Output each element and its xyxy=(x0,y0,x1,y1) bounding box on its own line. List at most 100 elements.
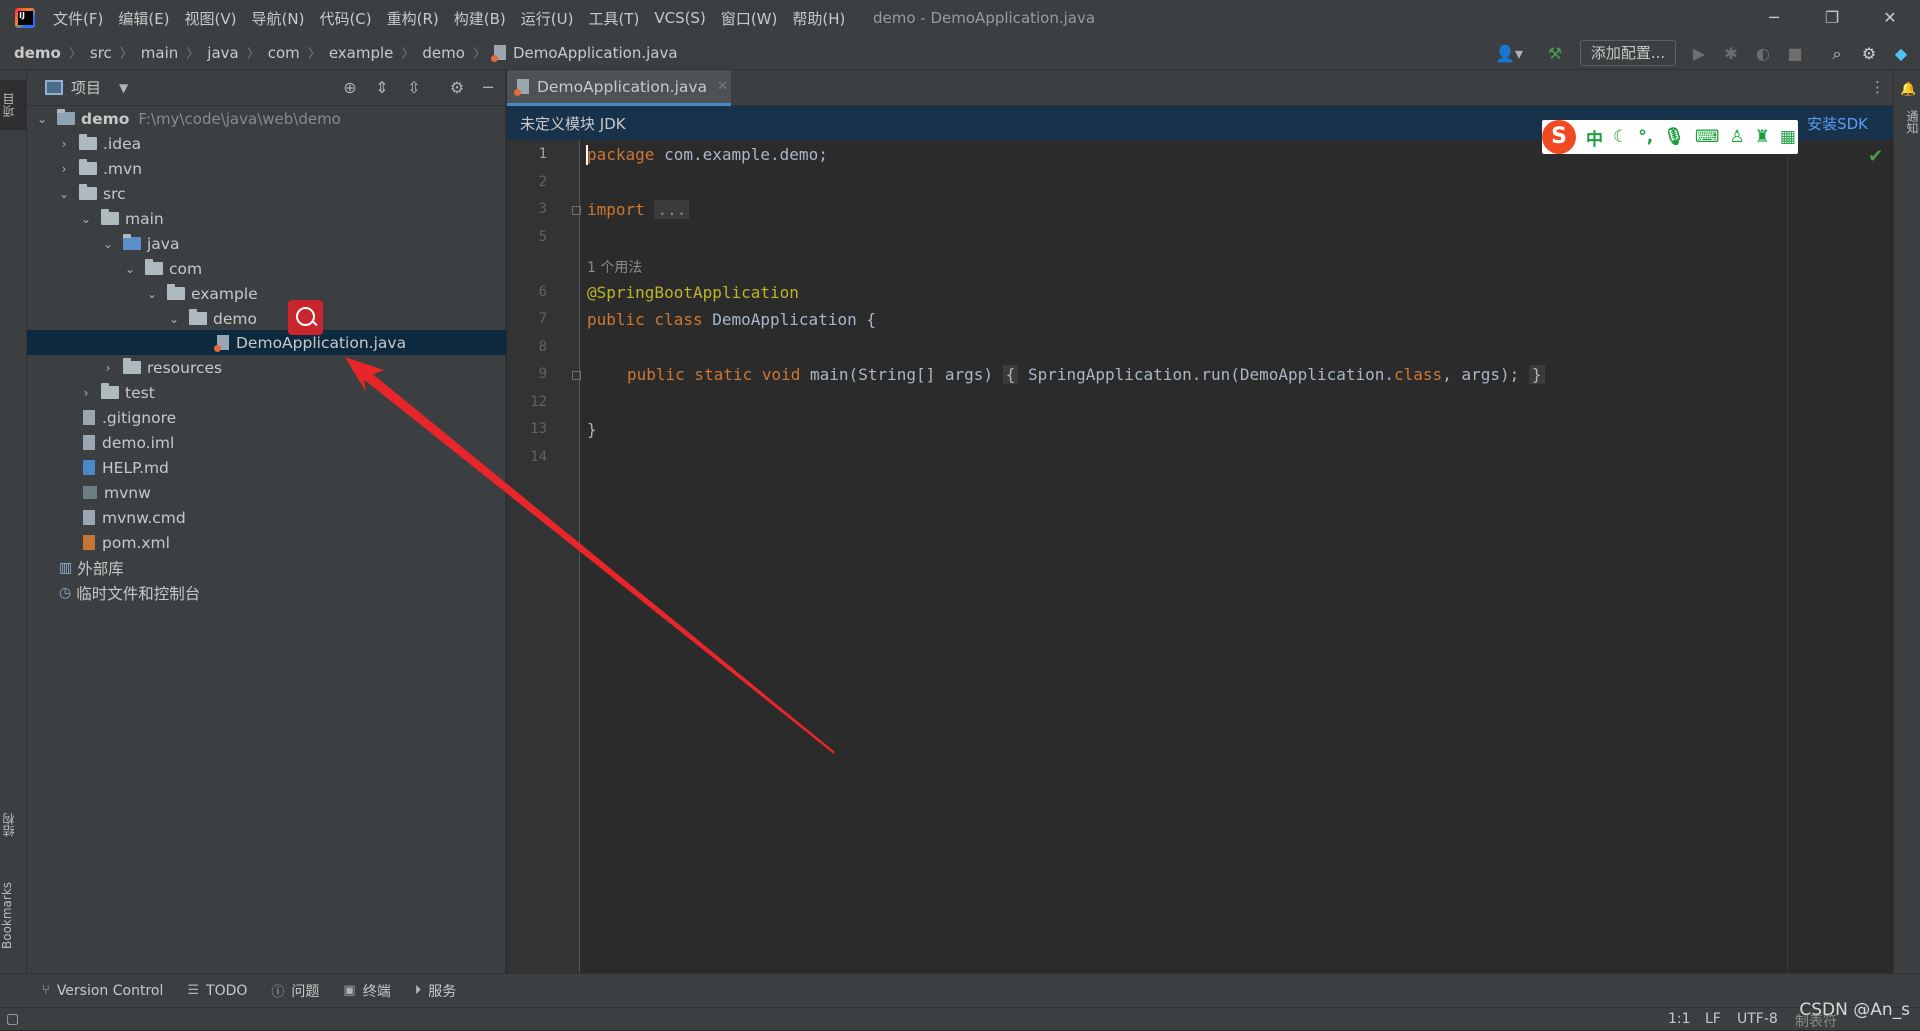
tree-item-external-libraries[interactable]: ▥ 外部库 xyxy=(27,555,506,580)
menu-vcs[interactable]: VCS(S) xyxy=(654,9,705,27)
tree-item-gitignore[interactable]: .gitignore xyxy=(27,405,506,430)
structure-tool-tab[interactable]: 结构 xyxy=(0,800,27,850)
version-control-tab[interactable]: ⑂ Version Control xyxy=(42,983,163,999)
chevron-right-icon[interactable]: › xyxy=(57,137,71,151)
ime-mode-label[interactable]: 中 xyxy=(1586,125,1603,150)
debug-icon[interactable]: ✱ xyxy=(1720,43,1742,65)
crumb-src[interactable]: src xyxy=(90,44,112,62)
menu-help[interactable]: 帮助(H) xyxy=(792,8,845,29)
project-tool-tab[interactable]: 项目 xyxy=(0,80,27,130)
line-separator[interactable]: LF xyxy=(1705,1011,1721,1027)
problems-tab[interactable]: ⓘ 问题 xyxy=(271,981,319,1001)
chevron-down-icon[interactable]: ⌄ xyxy=(79,212,93,226)
chevron-right-icon[interactable]: › xyxy=(57,162,71,176)
settings-gear-icon[interactable]: ⚙ xyxy=(1858,43,1880,65)
close-window-icon[interactable]: ✕ xyxy=(1876,4,1904,32)
menu-code[interactable]: 代码(C) xyxy=(319,8,371,29)
minimize-icon[interactable]: ─ xyxy=(1760,4,1788,32)
stop-icon[interactable]: ■ xyxy=(1784,43,1806,65)
menu-tools[interactable]: 工具(T) xyxy=(588,8,639,29)
tree-item-idea[interactable]: › .idea xyxy=(27,131,506,156)
hide-panel-icon[interactable]: ─ xyxy=(478,78,498,98)
crumb-java[interactable]: java xyxy=(207,44,238,62)
fold-toggle-icon[interactable] xyxy=(572,206,581,215)
tree-item-pom-xml[interactable]: pom.xml xyxy=(27,530,506,555)
usage-hint[interactable]: 1 个用法 xyxy=(587,257,642,277)
tree-item-mvnw-cmd[interactable]: mvnw.cmd xyxy=(27,505,506,530)
more-options-icon[interactable]: ⋮ xyxy=(1870,78,1885,96)
crumb-com[interactable]: com xyxy=(268,44,300,62)
crumb-main[interactable]: main xyxy=(141,44,178,62)
menu-navigate[interactable]: 导航(N) xyxy=(252,8,305,29)
sogou-logo-icon[interactable]: S xyxy=(1542,120,1576,154)
editor-scrollbar[interactable] xyxy=(1788,140,1893,973)
collapse-all-icon[interactable]: ⇳ xyxy=(404,78,424,98)
crumb-demo[interactable]: demo xyxy=(14,44,61,62)
menu-refactor[interactable]: 重构(R) xyxy=(387,8,439,29)
build-hammer-icon[interactable]: ⚒ xyxy=(1544,43,1566,65)
bookmarks-tool-tab[interactable]: Bookmarks xyxy=(0,870,27,960)
folded-brace-close[interactable]: } xyxy=(1528,365,1545,384)
tree-item-resources[interactable]: › resources xyxy=(27,355,506,380)
tree-item-example[interactable]: ⌄ example xyxy=(27,281,506,306)
options-gear-icon[interactable]: ⚙ xyxy=(447,78,467,98)
tree-item-src[interactable]: ⌄ src xyxy=(27,181,506,206)
restore-icon[interactable]: ❐ xyxy=(1818,4,1846,32)
chevron-right-icon[interactable]: › xyxy=(79,386,93,400)
file-encoding[interactable]: UTF-8 xyxy=(1737,1011,1778,1027)
tree-item-demo-iml[interactable]: demo.iml xyxy=(27,430,506,455)
tree-item-help-md[interactable]: HELP.md xyxy=(27,455,506,480)
crumb-file[interactable]: DemoApplication.java xyxy=(513,44,678,62)
add-configuration-button[interactable]: 添加配置... xyxy=(1580,40,1676,66)
tree-item-demo-package[interactable]: ⌄ demo xyxy=(27,306,506,331)
project-panel-title[interactable]: 项目 xyxy=(71,77,101,98)
tree-item-main[interactable]: ⌄ main xyxy=(27,206,506,231)
moon-icon[interactable]: ☾ xyxy=(1613,127,1628,147)
chevron-right-icon[interactable]: › xyxy=(101,361,115,375)
tree-item-demoapplication-java[interactable]: DemoApplication.java xyxy=(27,330,506,355)
microphone-icon[interactable]: 🎙 xyxy=(1663,127,1685,147)
search-overlay-icon[interactable] xyxy=(288,300,323,335)
tree-root-demo[interactable]: ⌄ demo F:\my\code\java\web\demo xyxy=(27,106,506,131)
folded-imports[interactable]: ... xyxy=(654,200,690,219)
keyboard-icon[interactable]: ⌨ xyxy=(1695,127,1720,147)
folded-brace-open[interactable]: { xyxy=(1002,365,1019,384)
punctuation-icon[interactable]: °, xyxy=(1638,127,1653,147)
tree-item-mvn[interactable]: › .mvn xyxy=(27,156,506,181)
chevron-down-icon[interactable]: ⌄ xyxy=(35,112,49,126)
menu-edit[interactable]: 编辑(E) xyxy=(118,8,169,29)
toggle-panels-icon[interactable]: ▢ xyxy=(6,1011,19,1027)
skin-shirt-icon[interactable]: ♜ xyxy=(1755,127,1770,147)
chevron-down-icon[interactable]: ⌄ xyxy=(167,312,181,326)
tree-item-test[interactable]: › test xyxy=(27,380,506,405)
fold-toggle-icon[interactable] xyxy=(572,371,581,380)
crumb-demo-package[interactable]: demo xyxy=(422,44,465,62)
tab-demoapplication-java[interactable]: DemoApplication.java ✕ xyxy=(507,70,731,106)
menu-window[interactable]: 窗口(W) xyxy=(721,8,778,29)
inspection-ok-icon[interactable]: ✔ xyxy=(1868,146,1883,167)
terminal-tab[interactable]: ▣ 终端 xyxy=(343,981,390,1001)
chevron-down-icon[interactable]: ▼ xyxy=(119,81,128,95)
coverage-icon[interactable]: ◐ xyxy=(1752,43,1774,65)
services-tab[interactable]: ⏵ 服务 xyxy=(415,981,457,1001)
install-sdk-link[interactable]: 安装SDK xyxy=(1807,113,1868,134)
tree-item-com[interactable]: ⌄ com xyxy=(27,256,506,281)
chevron-down-icon[interactable]: ⌄ xyxy=(57,187,71,201)
menu-run[interactable]: 运行(U) xyxy=(521,8,574,29)
menu-file[interactable]: 文件(F) xyxy=(53,8,103,29)
todo-tab[interactable]: ☰ TODO xyxy=(187,983,247,999)
notifications-tool-tab[interactable]: 通知 xyxy=(1894,102,1920,142)
menu-build[interactable]: 构建(B) xyxy=(454,8,506,29)
locate-target-icon[interactable]: ⊕ xyxy=(340,78,360,98)
tree-item-java[interactable]: ⌄ java xyxy=(27,231,506,256)
expand-all-icon[interactable]: ⇕ xyxy=(372,78,392,98)
menu-view[interactable]: 视图(V) xyxy=(185,8,237,29)
tree-item-mvnw[interactable]: mvnw xyxy=(27,480,506,505)
user-icon[interactable]: 👤▾ xyxy=(1494,43,1524,65)
toolbox-icon[interactable]: ◆ xyxy=(1890,43,1912,65)
chevron-down-icon[interactable]: ⌄ xyxy=(145,287,159,301)
close-tab-icon[interactable]: ✕ xyxy=(717,79,728,94)
grid-menu-icon[interactable]: ▦ xyxy=(1780,127,1796,147)
bell-icon[interactable]: 🔔 xyxy=(1900,82,1916,97)
search-everywhere-icon[interactable]: ⌕ xyxy=(1826,43,1848,65)
